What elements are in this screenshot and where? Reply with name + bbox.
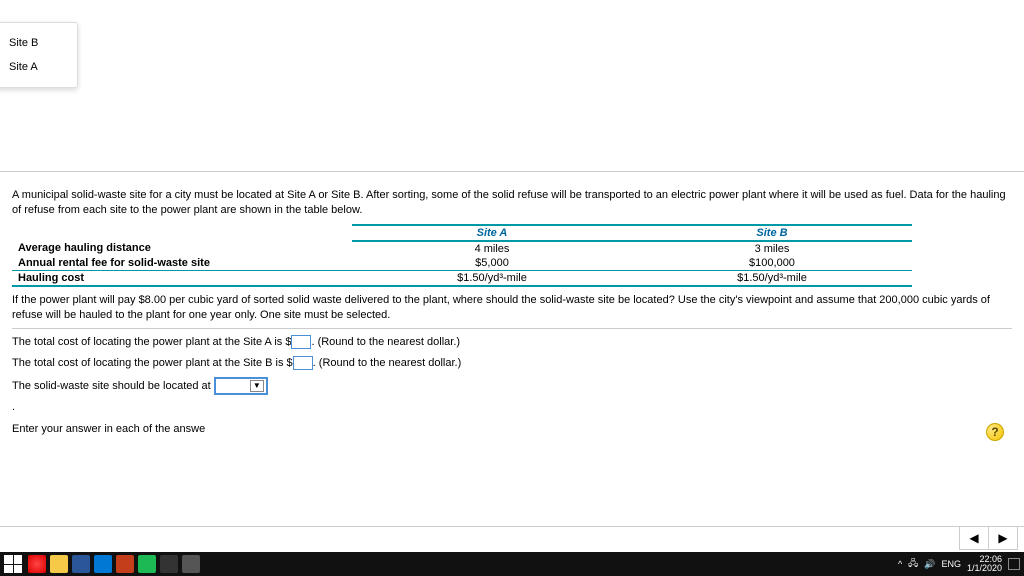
help-button[interactable]: ? [986,423,1004,441]
data-table: Site A Site B Average hauling distance 4… [12,224,912,287]
qc-pre: The solid-waste site should be located a… [12,380,214,392]
cost-site-a-input[interactable] [291,335,311,349]
cell-b: $100,000 [632,256,912,271]
start-button[interactable] [4,555,22,573]
system-tray: ^ 🖧 🔊 ENG 22:06 1/1/2020 [898,555,1020,573]
content-area: A municipal solid-waste site for a city … [0,172,1024,451]
footer-hint: Enter your answer in each of the answe [12,423,205,435]
table-row: Annual rental fee for solid-waste site $… [12,256,912,271]
question-site-select: The solid-waste site should be located a… [12,377,1012,395]
next-button[interactable]: ▶ [989,527,1017,549]
arrow-left-icon: ◀ [969,531,978,545]
qa-post: . (Round to the nearest dollar.) [311,336,460,348]
taskbar-app2-icon[interactable] [116,555,134,573]
dropdown-option-site-a[interactable]: Site A [0,55,77,79]
cell-a: 4 miles [352,241,632,256]
cell-b: 3 miles [632,241,912,256]
th-blank [12,225,352,241]
problem-intro: A municipal solid-waste site for a city … [12,188,1012,218]
taskbar-spotify-icon[interactable] [138,555,156,573]
table-row: Average hauling distance 4 miles 3 miles [12,241,912,256]
taskbar-mail-icon[interactable] [94,555,112,573]
tray-up-icon[interactable]: ^ [898,559,902,569]
tray-sound-icon[interactable]: 🔊 [924,559,935,570]
qb-post: . (Round to the nearest dollar.) [313,357,462,369]
row-label: Hauling cost [12,270,352,286]
dropdown-option-site-b[interactable]: Site B [0,31,77,55]
table-row: Hauling cost $1.50/yd³-mile $1.50/yd³-mi… [12,270,912,286]
taskbar-clock[interactable]: 22:06 1/1/2020 [967,555,1002,573]
chevron-down-icon: ▼ [250,380,264,392]
taskbar-app3-icon[interactable] [160,555,178,573]
site-dropdown-wrap: ▼ [214,377,268,395]
blank-header [0,0,1024,172]
qc-post: . [12,401,15,413]
footer-divider [0,526,1024,527]
intro-text: A municipal solid-waste site for a city … [12,189,1006,216]
qb-pre: The total cost of locating the power pla… [12,357,293,369]
cell-b: $1.50/yd³-mile [632,270,912,286]
notifications-icon[interactable] [1008,558,1020,570]
taskbar-app-icon[interactable] [72,555,90,573]
help-icon: ? [991,425,998,439]
row-label: Annual rental fee for solid-waste site [12,256,352,271]
footer-row: Enter your answer in each of the answe ? [12,423,1012,451]
nav-arrows: ◀ ▶ [959,526,1018,550]
cell-a: $1.50/yd³-mile [352,270,632,286]
tray-lang[interactable]: ENG [941,559,961,569]
cost-site-b-input[interactable] [293,356,313,370]
prev-button[interactable]: ◀ [960,527,988,549]
site-dropdown-menu: Site B Site A [0,22,78,88]
cell-a: $5,000 [352,256,632,271]
question-site-a: The total cost of locating the power pla… [12,335,1012,350]
windows-taskbar: ^ 🖧 🔊 ENG 22:06 1/1/2020 [0,552,1024,576]
th-site-a: Site A [352,225,632,241]
th-site-b: Site B [632,225,912,241]
arrow-right-icon: ▶ [998,531,1007,545]
site-dropdown[interactable]: ▼ [214,377,268,395]
taskbar-app4-icon[interactable] [182,555,200,573]
taskbar-explorer-icon[interactable] [50,555,68,573]
taskbar-chrome-icon[interactable] [28,555,46,573]
problem-followup: If the power plant will pay $8.00 per cu… [12,293,1012,323]
divider [12,328,1012,329]
clock-date: 1/1/2020 [967,564,1002,573]
tray-network-icon[interactable]: 🖧 [908,556,918,572]
qa-pre: The total cost of locating the power pla… [12,336,291,348]
row-label: Average hauling distance [12,241,352,256]
question-site-b: The total cost of locating the power pla… [12,356,1012,371]
